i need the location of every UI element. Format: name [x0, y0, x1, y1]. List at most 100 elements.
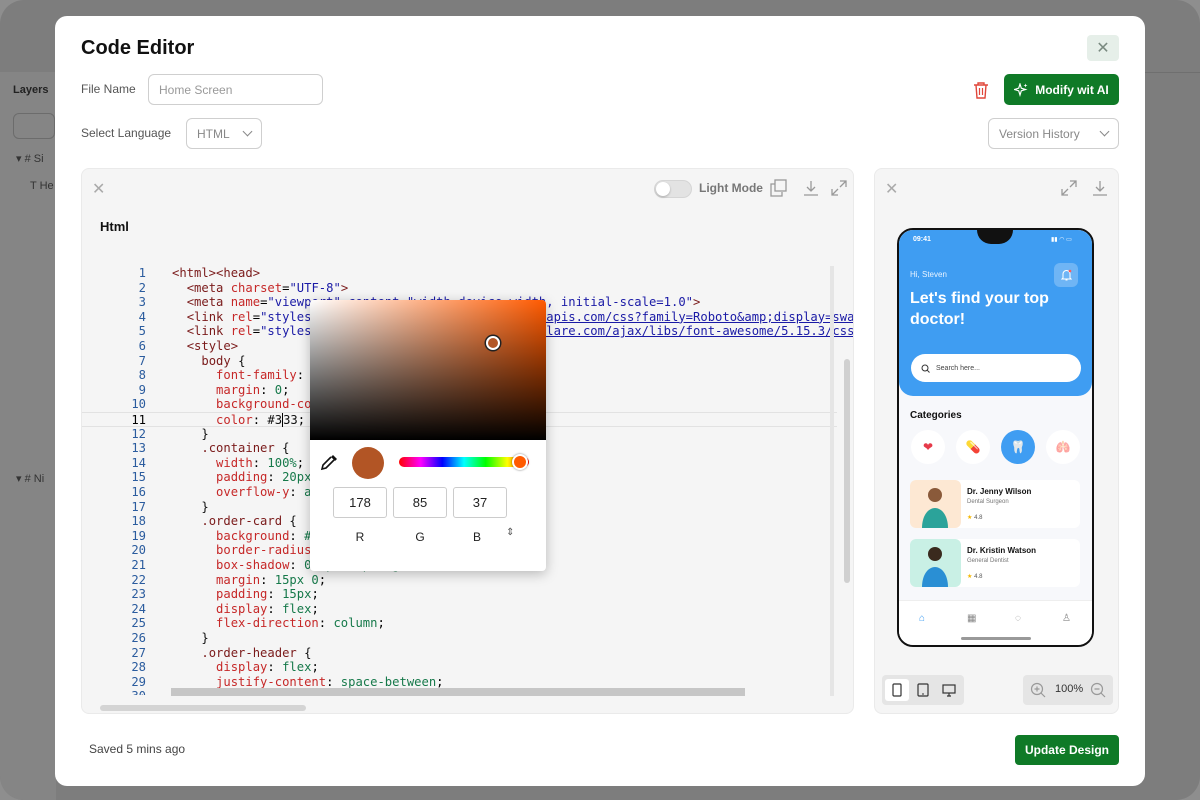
- doctor-name: Dr. Jenny Wilson: [967, 487, 1032, 496]
- doctor-role: Dental Surgeon: [967, 499, 1009, 505]
- doctor-rating: ★ 4.8: [967, 515, 983, 521]
- code-editor-panel: ✕ Light Mode Html 1 <html><head> 2 <meta …: [81, 168, 854, 714]
- scrollbar-track: [830, 266, 834, 696]
- code-line: 23 padding: 15px;: [131, 587, 319, 602]
- doctor-card: Dr. Kristin Watson General Dentist ★ 4.8: [910, 539, 1080, 587]
- close-icon: ✕: [1096, 40, 1110, 57]
- eyedropper-icon[interactable]: [320, 452, 340, 472]
- doctor-avatar: [910, 480, 961, 528]
- expand-icon[interactable]: [1060, 179, 1078, 197]
- file-name-label: File Name: [81, 82, 136, 96]
- app-search-placeholder: Search here...: [936, 364, 980, 372]
- home-icon: ⌂: [919, 613, 926, 624]
- layer-row: T He: [30, 180, 54, 192]
- file-name-input[interactable]: Home Screen: [148, 74, 323, 105]
- sparkle-icon: [1014, 82, 1028, 97]
- close-icon[interactable]: ✕: [92, 179, 105, 199]
- color-picker: 178 85 37 R G B ⇕: [310, 300, 546, 571]
- tablet-icon: [917, 683, 929, 697]
- blue-input[interactable]: 37: [453, 487, 507, 518]
- stomach-icon: 🫁: [1046, 430, 1080, 464]
- profile-icon: ♙: [1062, 613, 1071, 624]
- code-line: 27 .order-header {: [131, 645, 312, 660]
- code-line: 24 display: flex;: [131, 601, 319, 616]
- code-line: 28 display: flex;: [131, 660, 319, 675]
- saved-status: Saved 5 mins ago: [89, 742, 186, 756]
- code-line: 1 <html><head>: [138, 266, 261, 280]
- doctor-rating: ★ 4.8: [967, 574, 983, 580]
- trash-icon[interactable]: [972, 80, 990, 100]
- doctor-avatar: [910, 539, 961, 587]
- app-search: Search here...: [911, 354, 1081, 382]
- update-design-button[interactable]: Update Design: [1015, 735, 1119, 765]
- green-input[interactable]: 85: [393, 487, 447, 518]
- format-toggle-icon[interactable]: ⇕: [506, 527, 514, 538]
- code-line: 26 }: [131, 631, 209, 645]
- pill-icon: 💊: [956, 430, 990, 464]
- phone-preview: 09:41 ▮▮ ◠ ▭ Hi, Steven Let's find your …: [897, 228, 1094, 647]
- light-mode-toggle[interactable]: [654, 180, 692, 198]
- vertical-scrollbar[interactable]: [844, 359, 850, 583]
- desktop-device-button[interactable]: [937, 679, 961, 701]
- zoom-in-icon[interactable]: [1030, 682, 1046, 698]
- categories-label: Categories: [910, 410, 962, 421]
- heart-icon: ❤: [911, 430, 945, 464]
- code-line: 22 margin: 15px 0;: [131, 572, 327, 587]
- layer-row: ▾ # Si: [16, 153, 44, 165]
- mobile-device-button[interactable]: [885, 679, 909, 701]
- code-line: 25 flex-direction: column;: [131, 616, 385, 631]
- version-history-select[interactable]: Version History: [988, 118, 1119, 149]
- modal-title: Code Editor: [81, 37, 195, 59]
- chat-icon: ◌: [1015, 613, 1021, 624]
- headline: Let's find your top doctor!: [910, 290, 1049, 328]
- doctor-name: Dr. Kristin Watson: [967, 546, 1037, 555]
- doctor-role: General Dentist: [967, 558, 1009, 564]
- modify-ai-label: Modify wit AI: [1035, 82, 1109, 97]
- chevron-down-icon: [242, 126, 253, 137]
- greeting: Hi, Steven: [910, 270, 947, 279]
- language-value: HTML: [197, 126, 230, 141]
- language-select[interactable]: HTML: [186, 118, 262, 149]
- close-button[interactable]: ✕: [1087, 35, 1119, 61]
- zoom-out-icon[interactable]: [1090, 682, 1106, 698]
- modify-ai-button[interactable]: Modify wit AI: [1004, 74, 1119, 105]
- red-input[interactable]: 178: [333, 487, 387, 518]
- expand-icon[interactable]: [830, 179, 848, 197]
- star-icon: ★: [967, 515, 973, 521]
- section-label: Html: [100, 219, 129, 234]
- desktop-icon: [942, 684, 956, 697]
- color-swatch: [352, 447, 384, 479]
- bell-icon: [1054, 263, 1078, 287]
- saturation-field[interactable]: [310, 300, 546, 440]
- light-mode-label: Light Mode: [699, 181, 763, 195]
- green-label: G: [415, 530, 425, 544]
- preview-panel: ✕ 09:41 ▮▮ ◠ ▭ Hi, Steven Let's find you…: [874, 168, 1119, 714]
- phone-icon: [892, 683, 902, 697]
- horizontal-scrollbar[interactable]: [171, 688, 745, 696]
- code-line: 2 <meta charset="UTF-8">: [138, 280, 349, 295]
- download-icon[interactable]: [1091, 179, 1109, 197]
- calendar-icon: ▦: [967, 613, 977, 624]
- version-history-label: Version History: [999, 126, 1080, 141]
- red-label: R: [355, 530, 365, 544]
- select-language-label: Select Language: [81, 126, 172, 140]
- status-time: 09:41: [913, 236, 931, 243]
- close-icon[interactable]: ✕: [885, 179, 898, 199]
- hue-handle[interactable]: [512, 454, 528, 470]
- device-switcher: [882, 675, 964, 705]
- doctor-card: Dr. Jenny Wilson Dental Surgeon ★ 4.8: [910, 480, 1080, 528]
- zoom-control: 100%: [1023, 675, 1113, 705]
- star-icon: ★: [967, 574, 973, 580]
- home-indicator: [961, 637, 1031, 640]
- layer-row: ▾ # Ni: [16, 473, 45, 485]
- tooth-icon: 🦷: [1001, 430, 1035, 464]
- download-icon[interactable]: [802, 179, 820, 197]
- panel-scrollbar[interactable]: [100, 705, 306, 711]
- saturation-handle[interactable]: [486, 336, 500, 350]
- hue-slider[interactable]: [399, 457, 529, 467]
- tablet-device-button[interactable]: [911, 679, 935, 701]
- copy-icon[interactable]: [770, 179, 788, 197]
- layers-search: [13, 113, 55, 139]
- blue-label: B: [472, 530, 481, 544]
- code-editor-modal: Code Editor ✕ File Name Home Screen Sele…: [55, 16, 1145, 786]
